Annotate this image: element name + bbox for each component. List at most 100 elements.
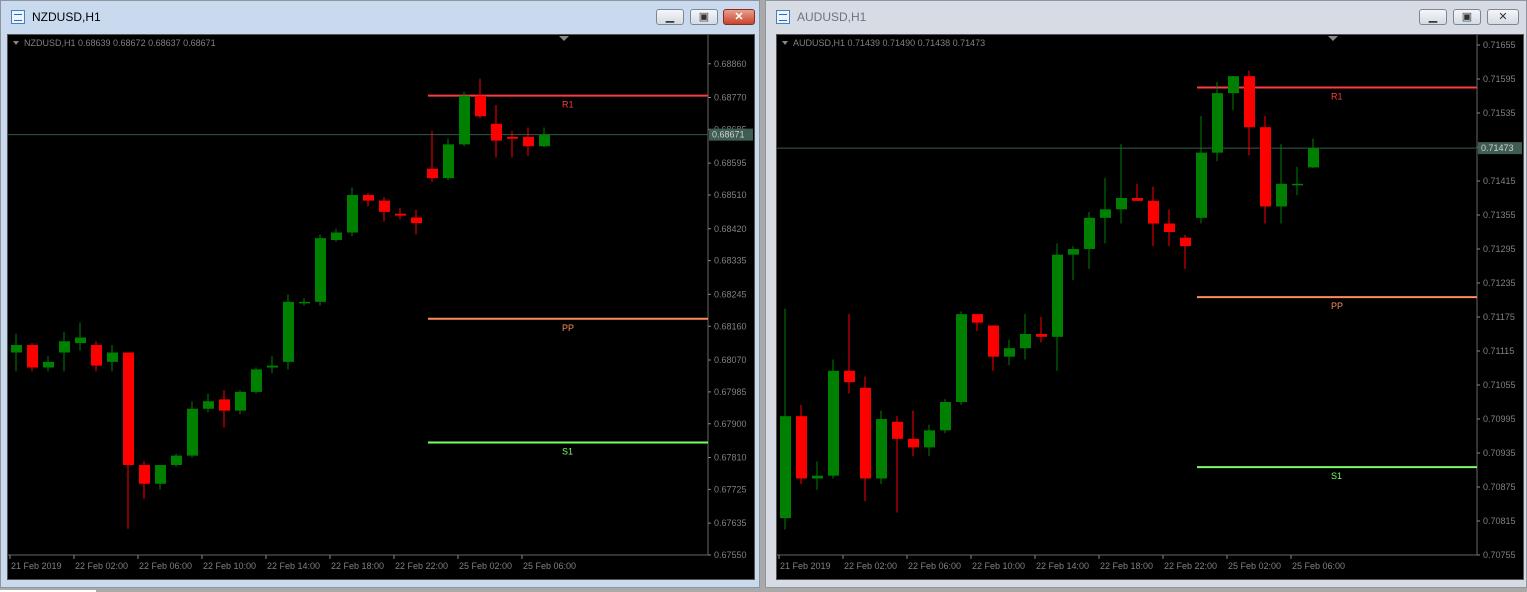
chart-window-icon [11, 10, 25, 24]
price-tick-label: 0.68160 [714, 321, 747, 331]
candle-body [1052, 254, 1063, 337]
time-tick-label: 22 Feb 14:00 [1036, 561, 1089, 571]
candle-body [1132, 198, 1143, 201]
price-tick-label: 0.70935 [1483, 448, 1516, 458]
maximize-button[interactable]: ▣ [1453, 9, 1481, 25]
minimize-button[interactable]: ▁ [1419, 9, 1447, 25]
close-button[interactable]: ✕ [1487, 9, 1519, 25]
pivot-label-s1: S1 [562, 447, 573, 457]
price-tick-label: 0.71535 [1483, 108, 1516, 118]
price-tick-label: 0.68070 [714, 355, 747, 365]
pivot-label-pp: PP [562, 323, 574, 333]
close-button[interactable]: ✕ [723, 9, 755, 25]
pivot-label-pp: PP [1331, 301, 1343, 311]
price-chart[interactable]: 0.688600.687700.686850.685950.685100.684… [7, 34, 755, 580]
candle-body [892, 421, 903, 439]
price-tick-label: 0.68510 [714, 190, 747, 200]
time-tick-label: 22 Feb 22:00 [1164, 561, 1217, 571]
candle-body [1212, 93, 1223, 153]
window-titlebar[interactable]: NZDUSD,H1 ▁ ▣ ✕ [1, 1, 759, 35]
candle-body [523, 136, 534, 147]
price-tick-label: 0.71115 [1483, 346, 1514, 356]
chart-menu-triangle-icon [782, 41, 788, 45]
chart-info-label: NZDUSD,H1 0.68639 0.68672 0.68637 0.6867… [24, 38, 216, 48]
candle-body [780, 416, 791, 519]
price-tick-label: 0.67985 [714, 387, 747, 397]
price-tick-label: 0.68245 [714, 289, 747, 299]
candle-body [331, 232, 342, 240]
price-tick-label: 0.71355 [1483, 210, 1516, 220]
price-tick-label: 0.67810 [714, 453, 747, 463]
candle-body [443, 144, 454, 179]
candle-body [11, 345, 22, 353]
candle-body [1148, 200, 1159, 224]
chart-menu-triangle-icon [13, 41, 19, 45]
time-tick-label: 25 Feb 06:00 [523, 561, 576, 571]
candle-body [411, 217, 422, 224]
price-tick-label: 0.71295 [1483, 244, 1516, 254]
price-tick-label: 0.70755 [1483, 550, 1516, 560]
time-tick-label: 21 Feb 2019 [11, 561, 62, 571]
current-price-label: 0.71473 [1481, 143, 1514, 153]
candle-body [75, 337, 86, 344]
candle-body [1196, 152, 1207, 218]
candle-body [203, 401, 214, 409]
current-price-label: 0.68671 [712, 130, 745, 140]
candle-body [139, 465, 150, 484]
time-tick-label: 25 Feb 02:00 [459, 561, 512, 571]
candle-body [1100, 209, 1111, 218]
time-tick-label: 22 Feb 10:00 [972, 561, 1025, 571]
candle-body [539, 134, 550, 147]
candle-body [876, 419, 887, 479]
candle-body [395, 213, 406, 216]
candle-body [123, 352, 134, 465]
candle-body [91, 345, 102, 366]
candlestick-chart-svg[interactable]: 0.716550.715950.715350.714750.714150.713… [777, 35, 1523, 579]
candle-body [940, 402, 951, 431]
candle-body [187, 408, 198, 456]
chart-window-nzdusd[interactable]: NZDUSD,H1 ▁ ▣ ✕ 0.688600.687700.686850.6… [0, 0, 760, 588]
chart-shift-marker-icon [1328, 36, 1338, 41]
price-tick-label: 0.67900 [714, 419, 747, 429]
time-tick-label: 22 Feb 18:00 [331, 561, 384, 571]
candle-body [107, 352, 118, 362]
time-tick-label: 22 Feb 06:00 [139, 561, 192, 571]
price-tick-label: 0.70875 [1483, 482, 1516, 492]
chart-window-icon [776, 10, 790, 24]
candle-body [1260, 127, 1271, 207]
candle-body [860, 387, 871, 479]
time-tick-label: 22 Feb 22:00 [395, 561, 448, 571]
minimize-button[interactable]: ▁ [656, 9, 684, 25]
maximize-button[interactable]: ▣ [690, 9, 718, 25]
time-tick-label: 21 Feb 2019 [780, 561, 831, 571]
candle-body [155, 465, 166, 484]
pivot-label-r1: R1 [562, 100, 574, 110]
candle-body [828, 370, 839, 476]
price-tick-label: 0.71175 [1483, 312, 1515, 322]
time-tick-label: 22 Feb 02:00 [75, 561, 128, 571]
time-tick-label: 25 Feb 02:00 [1228, 561, 1281, 571]
candle-body [27, 345, 38, 368]
chart-shift-marker-icon [559, 36, 569, 41]
window-titlebar[interactable]: AUDUSD,H1 ▁ ▣ ✕ [766, 1, 1526, 35]
time-tick-label: 22 Feb 06:00 [908, 561, 961, 571]
chart-info-label: AUDUSD,H1 0.71439 0.71490 0.71438 0.7147… [793, 38, 985, 48]
candle-body [347, 195, 358, 233]
candle-body [1084, 217, 1095, 249]
candle-body [1180, 237, 1191, 247]
price-tick-label: 0.68860 [714, 59, 747, 69]
time-tick-label: 25 Feb 06:00 [1292, 561, 1345, 571]
chart-window-audusd[interactable]: AUDUSD,H1 ▁ ▣ ✕ 0.71655 0.71595 0.71535 0.7… [765, 0, 1527, 588]
candle-body [1244, 76, 1255, 128]
candle-body [267, 365, 278, 368]
candle-body [171, 455, 182, 465]
price-chart[interactable]: 0.716550.715950.715350.714750.714150.713… [776, 34, 1524, 580]
candlestick-chart-svg[interactable]: 0.688600.687700.686850.685950.685100.684… [8, 35, 754, 579]
candle-body [1020, 334, 1031, 349]
candle-body [283, 301, 294, 362]
candle-body [1068, 249, 1079, 255]
price-tick-label: 0.68420 [714, 224, 747, 234]
time-tick-label: 22 Feb 02:00 [844, 561, 897, 571]
candle-body [1036, 334, 1047, 337]
candle-body [251, 369, 262, 392]
